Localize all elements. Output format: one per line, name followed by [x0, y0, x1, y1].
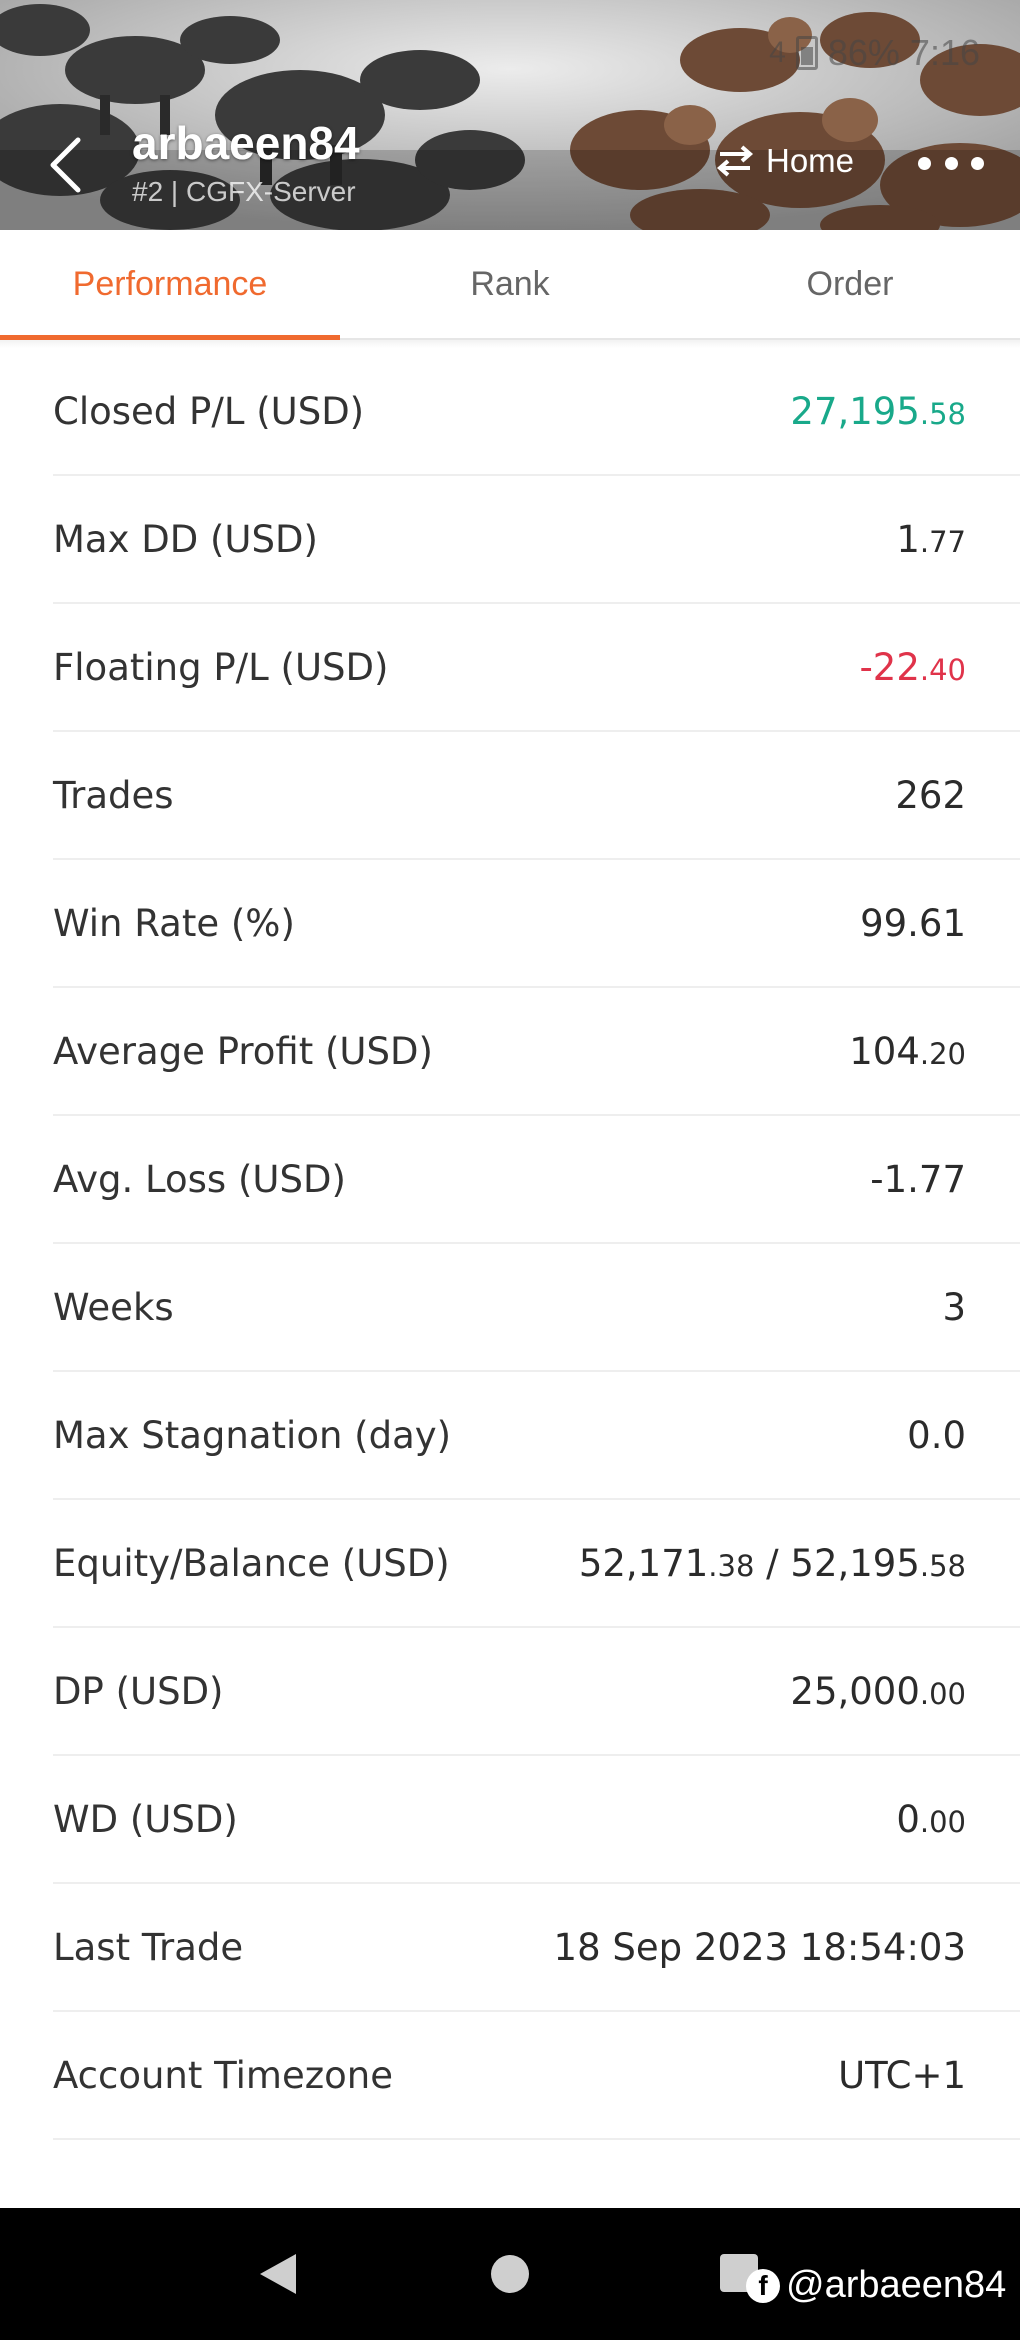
stat-value: 25,000.00 — [790, 1670, 966, 1713]
stat-label: WD (USD) — [53, 1797, 238, 1841]
stat-row-floating-pl: Floating P/L (USD) -22.40 — [53, 604, 1020, 732]
status-bar: 4 86% 7:16 — [769, 32, 980, 74]
stat-label: Max Stagnation (day) — [53, 1413, 452, 1457]
battery-level: 86% — [827, 32, 900, 73]
stat-label: Trades — [53, 773, 174, 817]
stat-value: 99.61 — [860, 902, 966, 945]
stat-value-dec: .40 — [919, 652, 966, 687]
stat-value-int: 1 — [896, 517, 920, 561]
nav-back-icon[interactable] — [258, 2252, 298, 2296]
swap-arrows-icon — [716, 145, 754, 177]
stat-value: 0.0 — [907, 1414, 966, 1457]
stat-label: Avg. Loss (USD) — [53, 1157, 346, 1201]
stat-row-trades: Trades 262 — [53, 732, 1020, 860]
stat-value-int: 262 — [895, 773, 966, 817]
equity-int: 52,171 — [578, 1541, 709, 1585]
stat-row-average-profit: Average Profit (USD) 104.20 — [53, 988, 1020, 1116]
stat-value-int: 27,195 — [790, 389, 920, 433]
watermark: f @arbaeen84 — [746, 2264, 1006, 2307]
stat-value-dec: .00 — [919, 1676, 966, 1711]
nav-home-icon[interactable] — [491, 2255, 529, 2293]
stat-label: DP (USD) — [53, 1669, 224, 1713]
page-title: arbaeen84 — [132, 117, 360, 169]
stat-value-int: 99.61 — [860, 901, 966, 945]
account-title-block: arbaeen84 #2 | CGFX-Server — [132, 116, 360, 208]
stat-value-dec: .58 — [919, 396, 966, 431]
chevron-left-icon — [50, 137, 81, 193]
stat-label: Max DD (USD) — [53, 517, 318, 561]
back-button[interactable] — [40, 130, 90, 200]
stat-value: 3 — [942, 1286, 966, 1329]
tab-performance[interactable]: Performance — [0, 230, 340, 340]
stat-label: Account Timezone — [53, 2053, 393, 2097]
stat-value-dec: .00 — [919, 1804, 966, 1839]
more-dots-icon — [918, 156, 931, 170]
stat-value: -22.40 — [859, 646, 966, 689]
stat-label: Average Profit (USD) — [53, 1029, 433, 1073]
stat-label: Floating P/L (USD) — [53, 645, 389, 689]
stat-value: -1.77 — [870, 1158, 966, 1201]
stat-value-int: -1.77 — [870, 1157, 966, 1201]
stat-row-dp: DP (USD) 25,000.00 — [53, 1628, 1020, 1756]
stat-label: Last Trade — [53, 1925, 244, 1969]
stat-row-avg-loss: Avg. Loss (USD) -1.77 — [53, 1116, 1020, 1244]
tab-divider — [0, 340, 1020, 348]
facebook-icon: f — [746, 2268, 780, 2303]
stat-value: 27,195.58 — [790, 390, 966, 433]
stat-label: Win Rate (%) — [53, 901, 295, 945]
stat-value-int: 104 — [849, 1029, 920, 1073]
stat-value: 1.77 — [896, 518, 966, 561]
stat-value: 262 — [895, 774, 966, 817]
stat-value-dec: .77 — [919, 524, 966, 559]
stat-row-weeks: Weeks 3 — [53, 1244, 1020, 1372]
home-switch-button[interactable]: Home — [716, 142, 854, 180]
system-nav-bar: f @arbaeen84 — [0, 2208, 1020, 2340]
stat-value: 18 Sep 2023 18:54:03 — [554, 1926, 966, 1969]
balance-int: 52,195 — [790, 1541, 920, 1585]
home-label: Home — [766, 142, 855, 179]
tab-order[interactable]: Order — [680, 230, 1020, 338]
app-header: 4 86% 7:16 arbaeen84 #2 | CGFX-Server Ho… — [0, 0, 1020, 230]
page-subtitle: #2 | CGFX-Server — [132, 176, 356, 207]
stat-row-last-trade: Last Trade 18 Sep 2023 18:54:03 — [53, 1884, 1020, 2012]
stat-label: Equity/Balance (USD) — [53, 1541, 450, 1585]
performance-stats-list: Closed P/L (USD) 27,195.58 Max DD (USD) … — [0, 348, 1020, 2140]
tab-bar: Performance Rank Order — [0, 230, 1020, 340]
stat-row-max-dd: Max DD (USD) 1.77 — [53, 476, 1020, 604]
stat-value-int: 0.0 — [907, 1413, 966, 1457]
stat-row-win-rate: Win Rate (%) 99.61 — [53, 860, 1020, 988]
stat-row-max-stagnation: Max Stagnation (day) 0.0 — [53, 1372, 1020, 1500]
stat-value: 52,171.38 / 52,195.58 — [579, 1542, 966, 1585]
more-options-button[interactable] — [918, 148, 984, 178]
signal-strength: 4 — [769, 36, 786, 69]
tab-rank[interactable]: Rank — [340, 230, 680, 338]
stat-row-account-timezone: Account Timezone UTC+1 — [53, 2012, 1020, 2140]
battery-icon — [795, 36, 818, 70]
balance-dec: .58 — [919, 1548, 966, 1583]
stat-row-equity-balance: Equity/Balance (USD) 52,171.38 / 52,195.… — [53, 1500, 1020, 1628]
stat-value-int: 3 — [942, 1285, 966, 1329]
stat-value: 104.20 — [849, 1030, 966, 1073]
stat-value-dec: .20 — [919, 1036, 966, 1071]
stat-value: UTC+1 — [838, 2054, 966, 2097]
equity-dec: .38 — [708, 1548, 755, 1583]
stat-row-wd: WD (USD) 0.00 — [53, 1756, 1020, 1884]
watermark-text: @arbaeen84 — [786, 2264, 1007, 2306]
stat-label: Weeks — [53, 1285, 174, 1329]
stat-value-int: 18 Sep 2023 18:54:03 — [553, 1925, 966, 1969]
stat-value-int: UTC+1 — [838, 2053, 966, 2097]
stat-value-int: 0 — [896, 1797, 920, 1841]
stat-row-closed-pl: Closed P/L (USD) 27,195.58 — [53, 348, 1020, 476]
clock: 7:16 — [909, 32, 980, 73]
stat-value: 0.00 — [896, 1798, 966, 1841]
stat-value-int: -22 — [859, 645, 920, 689]
stat-value-int: 25,000 — [790, 1669, 920, 1713]
value-separator: / — [754, 1541, 791, 1585]
stat-label: Closed P/L (USD) — [53, 389, 365, 433]
